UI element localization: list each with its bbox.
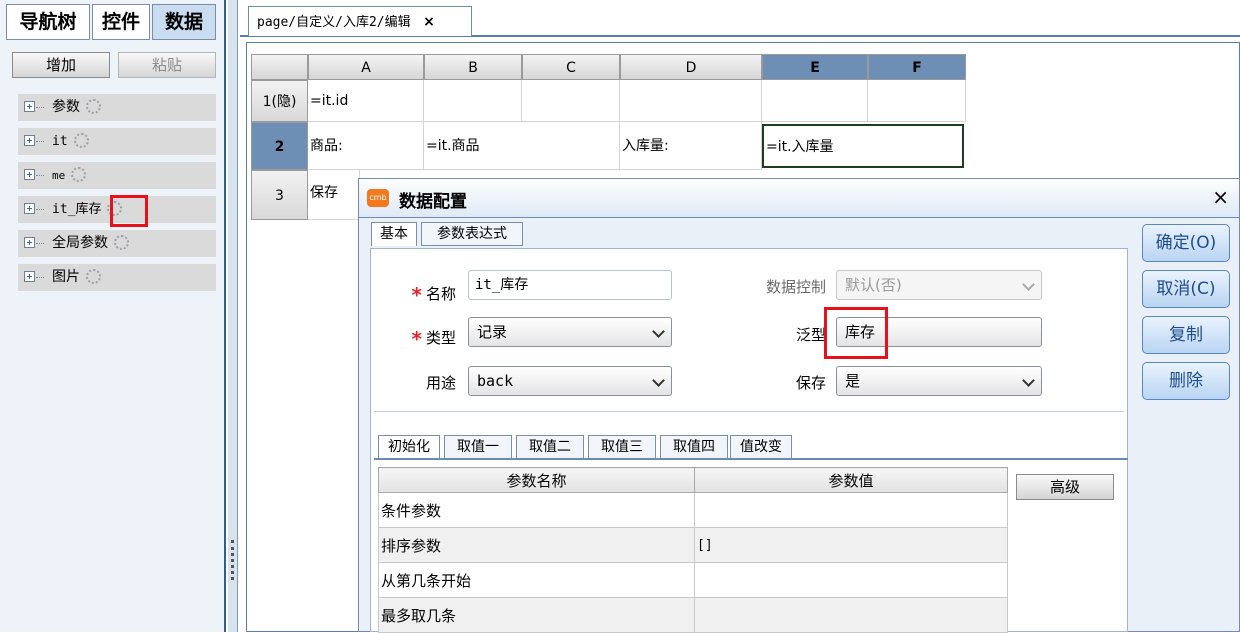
cell-e1[interactable]	[762, 80, 868, 122]
cell-a3[interactable]: 保存	[308, 170, 360, 220]
chevron-down-icon	[1022, 278, 1035, 291]
splitter-handle[interactable]	[228, 0, 238, 632]
tab-value-1[interactable]: 取值一	[444, 435, 512, 459]
tab-value-change[interactable]: 值改变	[730, 435, 792, 459]
row-header-2[interactable]: 2	[251, 122, 308, 170]
cell-a2[interactable]: 商品:	[308, 122, 424, 170]
cancel-button[interactable]: 取消(C)	[1142, 270, 1230, 308]
expand-icon[interactable]	[24, 101, 35, 112]
tab-controls[interactable]: 控件	[92, 4, 150, 40]
param-name: 条件参数	[378, 492, 695, 528]
table-row[interactable]: 排序参数 []	[378, 527, 1008, 563]
ok-button[interactable]: 确定(O)	[1142, 224, 1230, 262]
tab-data[interactable]: 数据	[152, 4, 216, 40]
generic-label: 泛型	[795, 326, 826, 344]
column-header-a[interactable]: A	[308, 54, 424, 80]
divider	[374, 411, 1124, 412]
tree-item-global-params[interactable]: 全局参数	[18, 230, 216, 257]
delete-button[interactable]: 删除	[1142, 362, 1230, 400]
chevron-down-icon	[652, 374, 665, 387]
column-header-f[interactable]: F	[868, 54, 966, 80]
tab-init[interactable]: 初始化	[378, 435, 440, 459]
close-icon[interactable]: ×	[1212, 185, 1229, 209]
paste-button[interactable]: 粘贴	[118, 52, 216, 78]
cell-b2[interactable]: =it.商品	[424, 122, 620, 170]
param-name: 最多取几条	[378, 597, 695, 633]
name-input[interactable]: it_库存	[468, 270, 672, 300]
add-button[interactable]: 增加	[12, 52, 110, 78]
expand-icon[interactable]	[24, 237, 35, 248]
table-row[interactable]: 从第几条开始	[378, 562, 1008, 598]
gear-icon[interactable]	[114, 234, 129, 250]
highlight-box	[110, 195, 148, 227]
tab-value-2[interactable]: 取值二	[516, 435, 584, 459]
tree-item-images[interactable]: 图片	[18, 264, 216, 291]
save-label: 保存	[795, 374, 826, 392]
cell-b1[interactable]	[424, 80, 522, 122]
column-header-d[interactable]: D	[620, 54, 762, 80]
table-row[interactable]: 最多取几条	[378, 597, 1008, 633]
data-control-label: 数据控制	[765, 278, 826, 296]
expand-icon[interactable]	[24, 135, 35, 146]
cell-e2-selected[interactable]: =it.入库量	[762, 124, 964, 168]
column-header-c[interactable]: C	[522, 54, 620, 80]
cell-d1[interactable]	[620, 80, 762, 122]
tab-value-4[interactable]: 取值四	[660, 435, 728, 459]
highlight-box	[824, 307, 888, 359]
grip-icon	[231, 540, 237, 580]
close-tab-icon[interactable]: ×	[423, 14, 435, 30]
tab-value-3[interactable]: 取值三	[588, 435, 656, 459]
chevron-down-icon	[1022, 374, 1035, 387]
gear-icon[interactable]	[86, 268, 101, 284]
param-value[interactable]	[694, 597, 1008, 633]
type-select[interactable]: 记录	[468, 317, 672, 347]
param-value[interactable]	[694, 562, 1008, 598]
param-table: 参数名称 参数值 条件参数 排序参数 [] 从第几条开始 最多取几条	[378, 467, 1008, 633]
dialog-titlebar[interactable]: cmb 数据配置 ×	[358, 178, 1240, 218]
usage-label: 用途	[425, 374, 456, 392]
gear-icon[interactable]	[86, 98, 101, 114]
column-header: 参数值	[694, 467, 1008, 493]
app-logo-icon: cmb	[367, 189, 389, 207]
left-panel: 导航树 控件 数据 增加 粘贴 参数 it me it_库存 全局参数 图片	[0, 0, 226, 632]
tree-item-me[interactable]: me	[18, 162, 216, 189]
cell-f1[interactable]	[868, 80, 966, 122]
gear-icon[interactable]	[71, 166, 87, 182]
subtab-line	[374, 458, 1128, 460]
column-header: 参数名称	[378, 467, 695, 493]
usage-select[interactable]: back	[468, 366, 672, 396]
param-value[interactable]	[694, 492, 1008, 528]
expand-icon[interactable]	[24, 169, 35, 180]
expand-icon[interactable]	[24, 271, 35, 282]
param-value[interactable]: []	[694, 527, 1008, 563]
cell-c1[interactable]	[522, 80, 620, 122]
param-name: 排序参数	[378, 527, 695, 563]
expand-icon[interactable]	[24, 203, 35, 214]
tab-param-expression[interactable]: 参数表达式	[421, 222, 523, 246]
row-header-3[interactable]: 3	[251, 170, 308, 220]
copy-button[interactable]: 复制	[1142, 316, 1230, 354]
tree-item-it[interactable]: it	[18, 128, 216, 155]
editor-tab[interactable]: page/自定义/入库2/编辑 ×	[248, 6, 472, 36]
column-header-b[interactable]: B	[424, 54, 522, 80]
cell-a1[interactable]: =it.id	[308, 80, 424, 122]
column-header-e[interactable]: E	[762, 54, 868, 80]
chevron-down-icon	[652, 325, 665, 338]
tree-item-params[interactable]: 参数	[18, 94, 216, 121]
advanced-button[interactable]: 高级	[1016, 474, 1114, 500]
name-label: * 名称	[411, 283, 456, 307]
dialog-title: 数据配置	[399, 192, 467, 212]
tab-basic[interactable]: 基本	[371, 222, 417, 246]
param-name: 从第几条开始	[378, 562, 695, 598]
cell-d2[interactable]: 入库量:	[620, 122, 762, 170]
corner-cell[interactable]	[251, 54, 308, 80]
row-header-1[interactable]: 1(隐)	[251, 80, 308, 122]
table-row[interactable]: 条件参数	[378, 492, 1008, 528]
data-control-select[interactable]: 默认(否)	[836, 270, 1042, 300]
gear-icon[interactable]	[73, 132, 89, 148]
type-label: * 类型	[411, 327, 456, 351]
save-select[interactable]: 是	[836, 366, 1042, 396]
tab-navigation-tree[interactable]: 导航树	[6, 4, 90, 40]
